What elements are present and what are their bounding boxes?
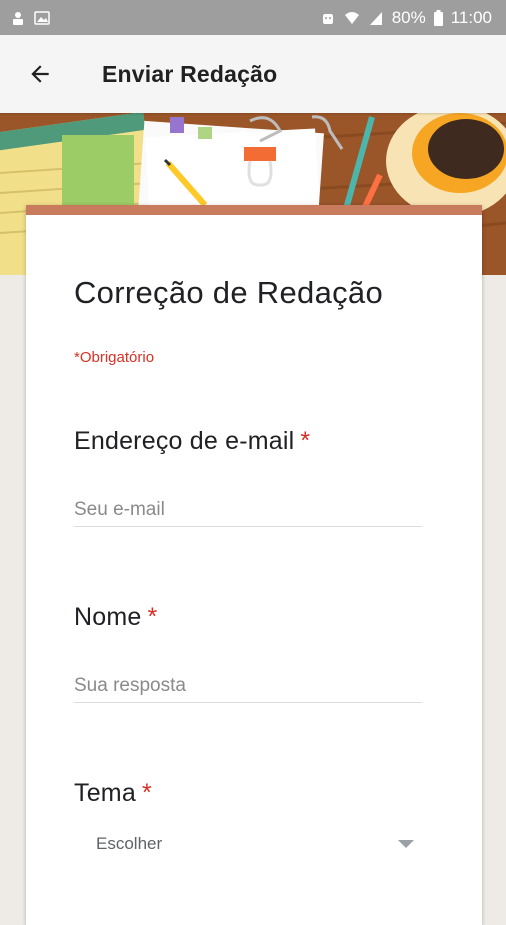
form-title: Correção de Redação [74,275,383,310]
form-card: Correção de Redação *Obrigatório Endereç… [26,205,482,925]
question-theme-text: Tema [74,779,136,807]
question-name-text: Nome [74,603,142,631]
required-star: * [141,779,152,807]
app-bar: Enviar Redação [0,35,506,113]
status-bar: 80% 11:00 [0,0,506,35]
robot-icon [322,13,333,24]
required-star: * [147,603,158,631]
battery-icon [433,9,443,26]
dropdown-arrow-icon [398,840,414,848]
signal-icon [369,11,382,25]
email-field[interactable] [74,493,422,527]
wifi-icon [344,11,359,24]
arrow-back-icon [31,65,49,83]
required-note: *Obrigatório [74,349,155,366]
theme-dropdown-value: Escolher [96,834,163,853]
back-button[interactable] [20,54,60,94]
status-right: 80% 11:00 [320,8,492,28]
name-field[interactable] [74,669,422,703]
question-theme-label: Tema * [74,779,152,808]
gallery-icon [34,10,50,25]
question-email-text: Endereço de e-mail [74,427,295,455]
clock: 11:00 [450,7,492,27]
status-left [10,10,50,26]
email-input[interactable] [74,493,422,526]
usb-debug-icon [13,11,23,25]
question-email-label: Endereço de e-mail * [74,427,310,456]
battery-percentage: 80% [391,7,426,27]
name-input[interactable] [74,669,422,702]
app-title: Enviar Redação [102,60,278,87]
required-star: * [300,427,311,455]
theme-dropdown[interactable]: Escolher [96,829,414,859]
question-name-label: Nome * [74,603,157,632]
